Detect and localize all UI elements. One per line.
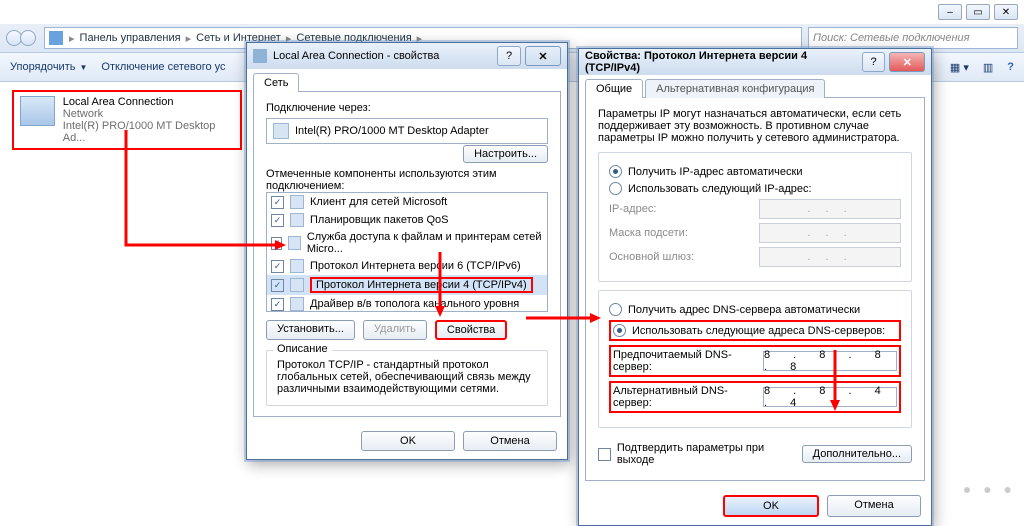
description-text: Протокол TCP/IP - стандартный протокол г… [277, 359, 537, 395]
ipv4-title: Свойства: Протокол Интернета версии 4 (T… [585, 50, 862, 74]
lac-tab-body: Подключение через: Intel(R) PRO/1000 MT … [253, 91, 561, 417]
close-button[interactable]: ✕ [889, 52, 925, 72]
tab-alternate[interactable]: Альтернативная конфигурация [645, 79, 825, 98]
connect-via-label: Подключение через: [266, 102, 548, 114]
lac-icon [253, 49, 267, 63]
window-minimize[interactable]: – [938, 4, 962, 20]
organize-menu[interactable]: Упорядочить▼ [10, 61, 87, 73]
nav-back-forward[interactable] [6, 30, 34, 46]
tab-network[interactable]: Сеть [253, 73, 299, 92]
adapter-name: Intel(R) PRO/1000 MT Desktop Adapter [295, 125, 489, 137]
list-item: Клиент для сетей Microsoft [267, 193, 547, 211]
dns-alt-label: Альтернативный DNS-сервер: [613, 385, 763, 409]
radio-dns-manual[interactable]: Использовать следующие адреса DNS-сервер… [609, 320, 901, 341]
crumb[interactable]: Панель управления [77, 32, 184, 44]
ip-address-label: IP-адрес: [609, 203, 759, 215]
help-button[interactable]: ? [862, 52, 886, 72]
preview-pane-icon[interactable]: ▥ [983, 61, 993, 74]
list-item: Протокол Интернета версии 6 (TCP/IPv6) [267, 257, 547, 275]
search-input[interactable]: Поиск: Сетевые подключения [808, 27, 1018, 49]
adapter-field: Intel(R) PRO/1000 MT Desktop Adapter [266, 118, 548, 144]
ok-button[interactable]: OK [723, 495, 819, 517]
components-label: Отмеченные компоненты используются этим … [266, 168, 548, 192]
dns-pref-field[interactable]: 8 . 8 . 8 . 8 [763, 351, 897, 371]
list-item: Драйвер в/в тополога канального уровня [267, 295, 547, 312]
remove-button: Удалить [363, 320, 427, 340]
tab-general[interactable]: Общие [585, 79, 643, 98]
radio-dns-auto[interactable]: Получить адрес DNS-сервера автоматически [609, 303, 901, 316]
window-close[interactable]: ✕ [994, 4, 1018, 20]
cancel-button[interactable]: Отмена [463, 431, 557, 451]
subnet-field: . . . [759, 223, 901, 243]
nic-icon [273, 123, 289, 139]
configure-button[interactable]: Настроить... [463, 145, 548, 163]
list-item-ipv4: Протокол Интернета версии 4 (TCP/IPv4) [267, 275, 547, 295]
dns-pref-label: Предпочитаемый DNS-сервер: [613, 349, 763, 373]
close-button[interactable]: ✕ [525, 46, 561, 66]
list-item: Планировщик пакетов QoS [267, 211, 547, 229]
window-maximize[interactable]: ▭ [966, 4, 990, 20]
view-icons[interactable]: ▦ ▾ [950, 61, 969, 74]
install-button[interactable]: Установить... [266, 320, 355, 340]
cancel-button[interactable]: Отмена [827, 495, 921, 517]
disable-device[interactable]: Отключение сетевого ус [101, 61, 225, 73]
watermark-dots: ● ● ● [963, 481, 1016, 497]
location-icon [49, 31, 63, 45]
ipv4-tab-body: Параметры IP могут назначаться автоматич… [585, 97, 925, 481]
properties-button[interactable]: Свойства [435, 320, 507, 340]
lac-title: Local Area Connection - свойства [273, 50, 439, 62]
subnet-label: Маска подсети: [609, 227, 759, 239]
help-button[interactable]: ? [497, 46, 521, 66]
list-item: Служба доступа к файлам и принтерам сете… [267, 229, 547, 257]
radio-ip-manual[interactable]: Использовать следующий IP-адрес: [609, 182, 901, 195]
network-connection-item[interactable]: Local Area Connection Network Intel(R) P… [12, 90, 242, 150]
ipv4-properties-dialog: Свойства: Протокол Интернета версии 4 (T… [578, 48, 932, 526]
help-icon[interactable]: ? [1007, 61, 1014, 73]
ok-button[interactable]: OK [361, 431, 455, 451]
search-placeholder: Поиск: Сетевые подключения [813, 32, 970, 44]
network-adapter-icon [20, 96, 55, 126]
components-list[interactable]: Клиент для сетей Microsoft Планировщик п… [266, 192, 548, 312]
lac-properties-dialog: Local Area Connection - свойства ? ✕ Сет… [246, 42, 568, 460]
description-label: Описание [273, 343, 332, 355]
radio-ip-auto[interactable]: Получить IP-адрес автоматически [609, 165, 901, 178]
gateway-label: Основной шлюз: [609, 251, 759, 263]
connection-type: Network [63, 108, 234, 120]
ipv4-blurb: Параметры IP могут назначаться автоматич… [598, 108, 912, 144]
dns-alt-field[interactable]: 8 . 8 . 4 . 4 [763, 387, 897, 407]
ip-address-field: . . . [759, 199, 901, 219]
connection-name: Local Area Connection [63, 96, 234, 108]
advanced-button[interactable]: Дополнительно... [802, 445, 912, 463]
gateway-field: . . . [759, 247, 901, 267]
validate-on-exit-checkbox[interactable]: Подтвердить параметры при выходе [598, 442, 802, 466]
connection-adapter: Intel(R) PRO/1000 MT Desktop Ad... [63, 120, 234, 144]
